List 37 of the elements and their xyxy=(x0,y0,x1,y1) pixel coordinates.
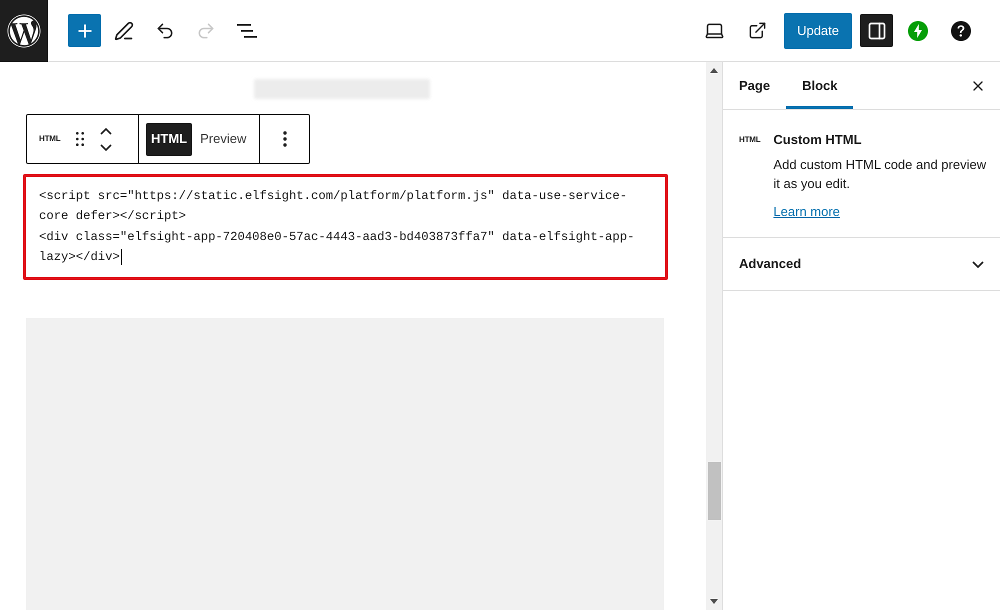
more-vertical-icon xyxy=(282,131,286,147)
text-caret-icon xyxy=(120,249,122,266)
mode-tab[interactable]: Preview xyxy=(196,122,250,156)
undo-arrow-icon xyxy=(155,20,175,40)
up-arrow-icon xyxy=(710,68,718,73)
add-block-button[interactable] xyxy=(68,14,101,47)
code-line: <div class="elfsight-app-720408e0-57ac-4443-aad3-bd403873ffa7" data-elfsight-app- xyxy=(39,228,634,246)
block-description: Add custom HTML code and preview it as you edit. xyxy=(773,156,988,193)
help-icon xyxy=(951,20,971,40)
list-lines-icon xyxy=(237,22,257,38)
logo-icon[interactable] xyxy=(0,0,48,62)
learn-more-link[interactable]: Learn more xyxy=(773,203,840,221)
block-icon-label: HTML xyxy=(739,134,760,146)
sidebar-tab[interactable]: Block xyxy=(786,62,854,109)
update-button[interactable]: Update xyxy=(784,12,852,48)
sidebar-tab[interactable]: Page xyxy=(723,62,786,109)
code-line: core defer></script> xyxy=(39,208,186,226)
block-title: Custom HTML xyxy=(773,131,863,149)
panel-header[interactable]: Advanced xyxy=(723,238,1000,291)
external-link-icon xyxy=(748,21,767,40)
chevron-down-icon xyxy=(100,144,112,150)
chevron-down-icon xyxy=(972,260,984,268)
code-line: lazy></div> xyxy=(39,249,120,266)
pen-icon xyxy=(114,20,134,40)
scrollbar-track[interactable] xyxy=(706,62,722,610)
block-type-label: HTML xyxy=(39,133,60,145)
panel-right-icon xyxy=(866,20,886,40)
mode-tab[interactable]: HTML xyxy=(146,122,192,156)
code-line: <script src="https://static.elfsight.com/platform/platform.js" data-use-service- xyxy=(39,188,628,206)
redo-arrow-icon xyxy=(196,20,216,40)
drag-dots-icon xyxy=(76,132,84,146)
chevron-up-icon xyxy=(100,128,112,134)
down-arrow-icon xyxy=(710,599,718,604)
scroll-thumb[interactable] xyxy=(708,462,720,520)
lightning-circle-icon xyxy=(908,20,928,40)
settings-toggle-button[interactable] xyxy=(860,14,893,47)
code-editor-field[interactable]: <script src="https://static.elfsight.com/platform/platform.js" data-use-service- core defer></script> <div class="elfsight-app-720408e0-57ac-4443-aad3-bd403873ffa7" data-elfsight-app- lazy></div> xyxy=(23,174,668,280)
